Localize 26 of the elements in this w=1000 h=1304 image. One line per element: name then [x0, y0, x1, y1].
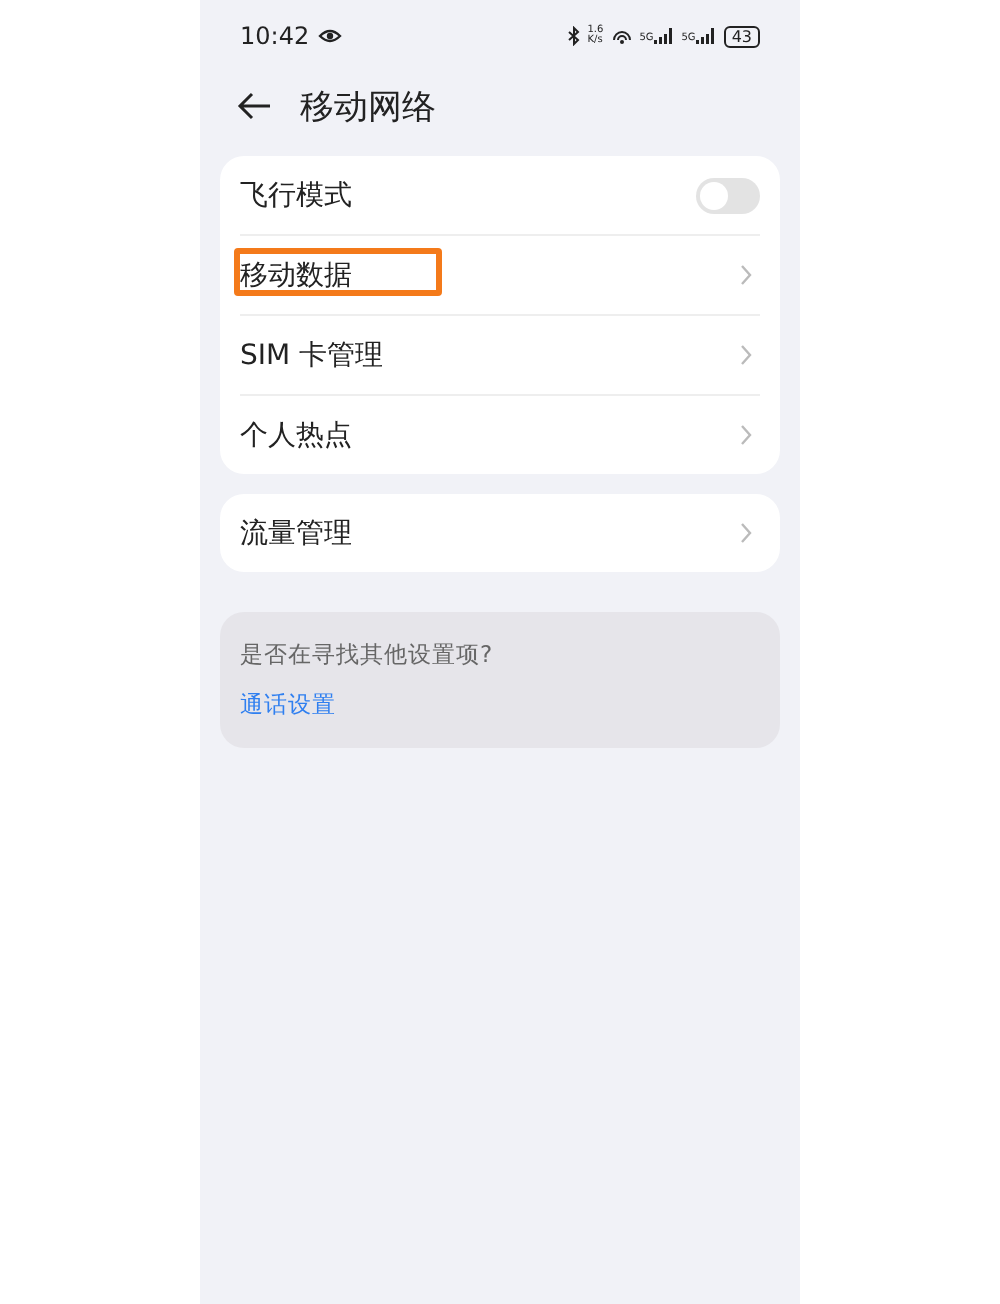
- suggestion-text: 是否在寻找其他设置项?: [240, 640, 493, 670]
- toggle-switch[interactable]: [696, 177, 760, 213]
- settings-row[interactable]: 飞行模式: [240, 156, 760, 236]
- chevron-right-icon: [740, 264, 752, 286]
- status-time: 10:42: [240, 22, 310, 50]
- settings-row[interactable]: SIM 卡管理: [240, 316, 760, 396]
- chevron-right-icon: [740, 424, 752, 446]
- bluetooth-icon: [567, 26, 580, 46]
- row-label: 个人热点: [240, 417, 352, 453]
- settings-row[interactable]: 个人热点: [240, 396, 760, 474]
- eye-icon: [317, 28, 342, 44]
- row-label: SIM 卡管理: [240, 337, 384, 373]
- page-title: 移动网络: [300, 85, 436, 129]
- row-label: 飞行模式: [240, 177, 352, 213]
- row-label: 流量管理: [240, 515, 352, 551]
- signal-icon: [653, 28, 674, 44]
- back-arrow-icon: [236, 92, 272, 120]
- chevron-right-icon: [740, 344, 752, 366]
- row-label: 移动数据: [240, 257, 352, 293]
- battery-level: 43: [723, 25, 760, 47]
- settings-row[interactable]: 流量管理: [240, 494, 760, 572]
- chevron-right-icon: [740, 522, 752, 544]
- back-button[interactable]: [236, 92, 272, 120]
- hotspot-icon: [611, 27, 632, 45]
- settings-row[interactable]: 移动数据: [240, 236, 760, 316]
- signal-icon: [695, 28, 716, 44]
